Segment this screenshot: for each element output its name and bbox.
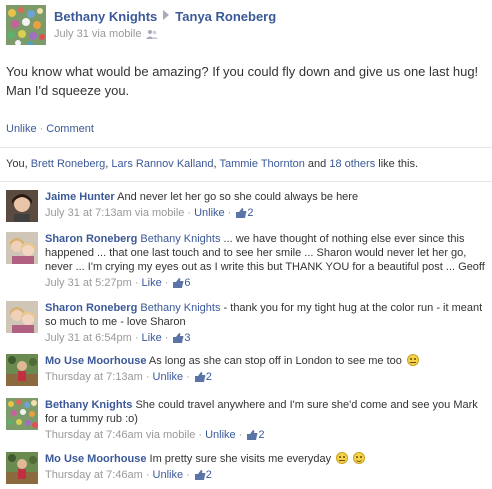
comment-time[interactable]: Thursday at 7:46am (45, 469, 143, 481)
liker-link[interactable]: Lars Rannov Kalland (111, 158, 213, 170)
author-avatar[interactable] (6, 5, 46, 45)
friends-audience-icon[interactable] (146, 29, 159, 42)
comment-like-count[interactable]: 3 (184, 332, 190, 344)
separator: · (164, 277, 169, 289)
post-actions: Unlike · Comment (6, 123, 94, 135)
commenter-avatar[interactable] (6, 190, 38, 222)
comment-body: Mo Use Moorhouse As long as she can stop… (45, 354, 485, 386)
commenter-avatar[interactable] (6, 301, 38, 333)
comment-time[interactable]: July 31 at 6:54pm (45, 332, 132, 344)
likes-prefix: You, (6, 158, 31, 170)
comment-text: And never let her go so she could always… (117, 191, 359, 203)
thumbs-up-icon[interactable] (236, 208, 247, 222)
comment-author[interactable]: Sharon Roneberg (45, 302, 137, 314)
comment-like-count[interactable]: 2 (206, 469, 212, 481)
commenter-avatar[interactable] (6, 232, 38, 264)
arrow-right-icon (163, 10, 170, 20)
post-title: Bethany Knights Tanya Roneberg (54, 9, 276, 24)
thumbs-up-icon[interactable] (173, 278, 184, 292)
comment-like-toggle[interactable]: Unlike (194, 207, 225, 219)
comment-like-count[interactable]: 2 (258, 429, 264, 441)
others-link[interactable]: 18 others (329, 158, 375, 170)
separator: · (145, 469, 150, 481)
likes-summary: You, Brett Roneberg, Lars Rannov Kalland… (6, 158, 418, 170)
comment-author[interactable]: Jaime Hunter (45, 191, 115, 203)
post-text: You know what would be amazing? If you c… (6, 64, 479, 98)
likes-suffix: like this. (375, 158, 418, 170)
comment-meta: Thursday at 7:13am · Unlike · 2 (45, 370, 485, 386)
comment-like-toggle[interactable]: Unlike (205, 429, 236, 441)
separator: · (198, 429, 203, 441)
comment-body: Sharon Roneberg Bethany Knights - thank … (45, 301, 485, 347)
comment-author[interactable]: Sharon Roneberg (45, 233, 137, 245)
target-link[interactable]: Tanya Roneberg (175, 9, 276, 24)
thumbs-up-icon[interactable] (247, 430, 258, 444)
comment-mention[interactable]: Bethany Knights (140, 302, 220, 314)
author-link[interactable]: Bethany Knights (54, 9, 157, 24)
commenter-avatar[interactable] (6, 354, 38, 386)
comment-meta: Thursday at 7:46am via mobile · Unlike · 2 (45, 428, 485, 444)
comment-time[interactable]: Thursday at 7:46am via mobile (45, 429, 195, 441)
thumbs-up-icon[interactable] (173, 333, 184, 347)
comment-meta: July 31 at 7:13am via mobile · Unlike · 2 (45, 206, 485, 222)
separator: · (134, 332, 139, 344)
separator: · (238, 429, 243, 441)
comment-like-toggle[interactable]: Like (142, 332, 162, 344)
post-date[interactable]: July 31 via mobile (54, 28, 141, 40)
comment-text: Im pretty sure she visits me everyday (149, 453, 332, 465)
comment-time[interactable]: July 31 at 5:27pm (45, 277, 132, 289)
separator: · (187, 207, 192, 219)
flat-smiley-icon (406, 354, 419, 366)
comment-like-count[interactable]: 2 (247, 207, 253, 219)
comment-body: Bethany Knights She could travel anywher… (45, 398, 485, 444)
separator: · (134, 277, 139, 289)
comment-time[interactable]: Thursday at 7:13am (45, 371, 143, 383)
post-meta: July 31 via mobile (54, 28, 159, 42)
separator: · (227, 207, 232, 219)
commenter-avatar[interactable] (6, 398, 38, 430)
comment-author[interactable]: Bethany Knights (45, 399, 132, 411)
separator: · (164, 332, 169, 344)
separator: · (39, 123, 44, 135)
divider (0, 181, 492, 182)
unlike-link[interactable]: Unlike (6, 123, 37, 135)
comment-meta: July 31 at 6:54pm · Like · 3 (45, 331, 485, 347)
comment-like-count[interactable]: 6 (184, 277, 190, 289)
comment-body: Sharon Roneberg Bethany Knights ... we h… (45, 232, 485, 292)
comment-like-count[interactable]: 2 (206, 371, 212, 383)
separator: · (186, 371, 190, 383)
comment-mention[interactable]: Bethany Knights (140, 233, 220, 245)
thumbs-up-icon[interactable] (194, 372, 206, 386)
comment-author[interactable]: Mo Use Moorhouse (45, 453, 146, 465)
comment-body: Mo Use Moorhouse Im pretty sure she visi… (45, 452, 485, 484)
comment-link[interactable]: Comment (46, 123, 94, 135)
post-header: Bethany Knights Tanya Roneberg July 31 vi… (6, 5, 486, 45)
comment-author[interactable]: Mo Use Moorhouse (45, 355, 146, 367)
divider (0, 147, 492, 148)
comment-like-toggle[interactable]: Unlike (153, 469, 184, 481)
liker-link[interactable]: Tammie Thornton (219, 158, 304, 170)
smiley-icon (353, 452, 366, 464)
separator: · (145, 371, 150, 383)
liker-link[interactable]: Brett Roneberg (31, 158, 106, 170)
commenter-avatar[interactable] (6, 452, 38, 484)
comment-time[interactable]: July 31 at 7:13am via mobile (45, 207, 184, 219)
likes-and: and (304, 158, 330, 170)
comment-text: As long as she can stop off in London to… (148, 355, 402, 367)
thumbs-up-icon[interactable] (194, 470, 206, 484)
comment-meta: July 31 at 5:27pm · Like · 6 (45, 276, 485, 292)
comment-like-toggle[interactable]: Unlike (153, 371, 184, 383)
flat-smiley-icon (336, 452, 349, 464)
comment-body: Jaime Hunter And never let her go so she… (45, 190, 485, 222)
separator: · (186, 469, 190, 481)
comment-like-toggle[interactable]: Like (142, 277, 162, 289)
comment-meta: Thursday at 7:46am · Unlike · 2 (45, 468, 485, 484)
